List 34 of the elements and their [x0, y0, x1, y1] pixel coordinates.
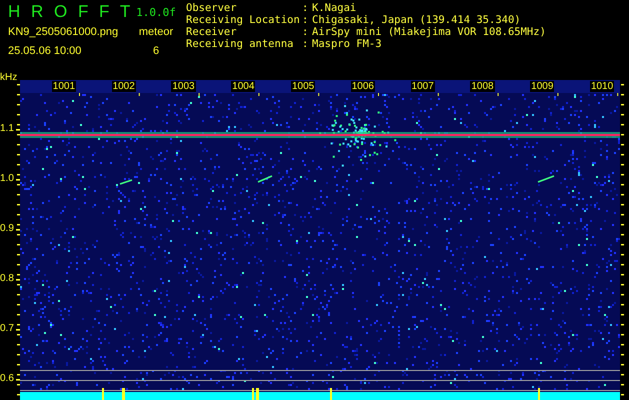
axis-label: 0.9: [0, 223, 14, 235]
info-separator: :: [302, 26, 310, 38]
info-separator: :: [302, 38, 310, 50]
axis-label: 1010: [590, 81, 614, 92]
info-value: K.Nagai: [312, 2, 358, 14]
axis-label: 1007: [410, 81, 435, 92]
info-label: Receiving antenna: [186, 38, 294, 50]
info-separator: :: [302, 14, 310, 26]
axis-label: 1005: [290, 81, 316, 92]
info-label: Receiver: [186, 26, 238, 38]
axis-label: 1001: [52, 81, 76, 92]
axis-label: 1002: [112, 81, 136, 92]
info-value: Maspro FM-3: [312, 38, 383, 50]
axis-label: 1008: [470, 81, 495, 92]
axis-label: 1004: [231, 81, 256, 92]
axis-label: 1006: [350, 81, 375, 92]
info-separator: :: [302, 2, 310, 14]
version-label: 1.0.0f: [135, 6, 177, 18]
axis-label: 1003: [171, 81, 196, 92]
info-value: AirSpy mini (Miakejima VOR 108.65MHz): [312, 26, 546, 38]
info-label: Receiving Location: [186, 14, 301, 26]
info-label: Observer: [186, 2, 238, 14]
meteor-count: 6: [152, 44, 160, 56]
unit-label: kHz: [0, 72, 18, 83]
axis-label: 1.1: [0, 123, 14, 135]
meteor-label: meteor: [138, 26, 174, 38]
axis-label: 0.7: [0, 323, 14, 335]
axis-label: 1009: [530, 81, 554, 92]
timestamp: 25.05.06 10:00: [8, 44, 82, 56]
file-name: KN9_2505061000.png: [8, 26, 120, 38]
axis-label: 0.8: [0, 273, 14, 285]
info-value: Chigasaki, Japan (139.414 35.340): [312, 14, 522, 26]
axis-label: 0.6: [0, 373, 14, 385]
axis-label: 1.0: [0, 173, 14, 185]
